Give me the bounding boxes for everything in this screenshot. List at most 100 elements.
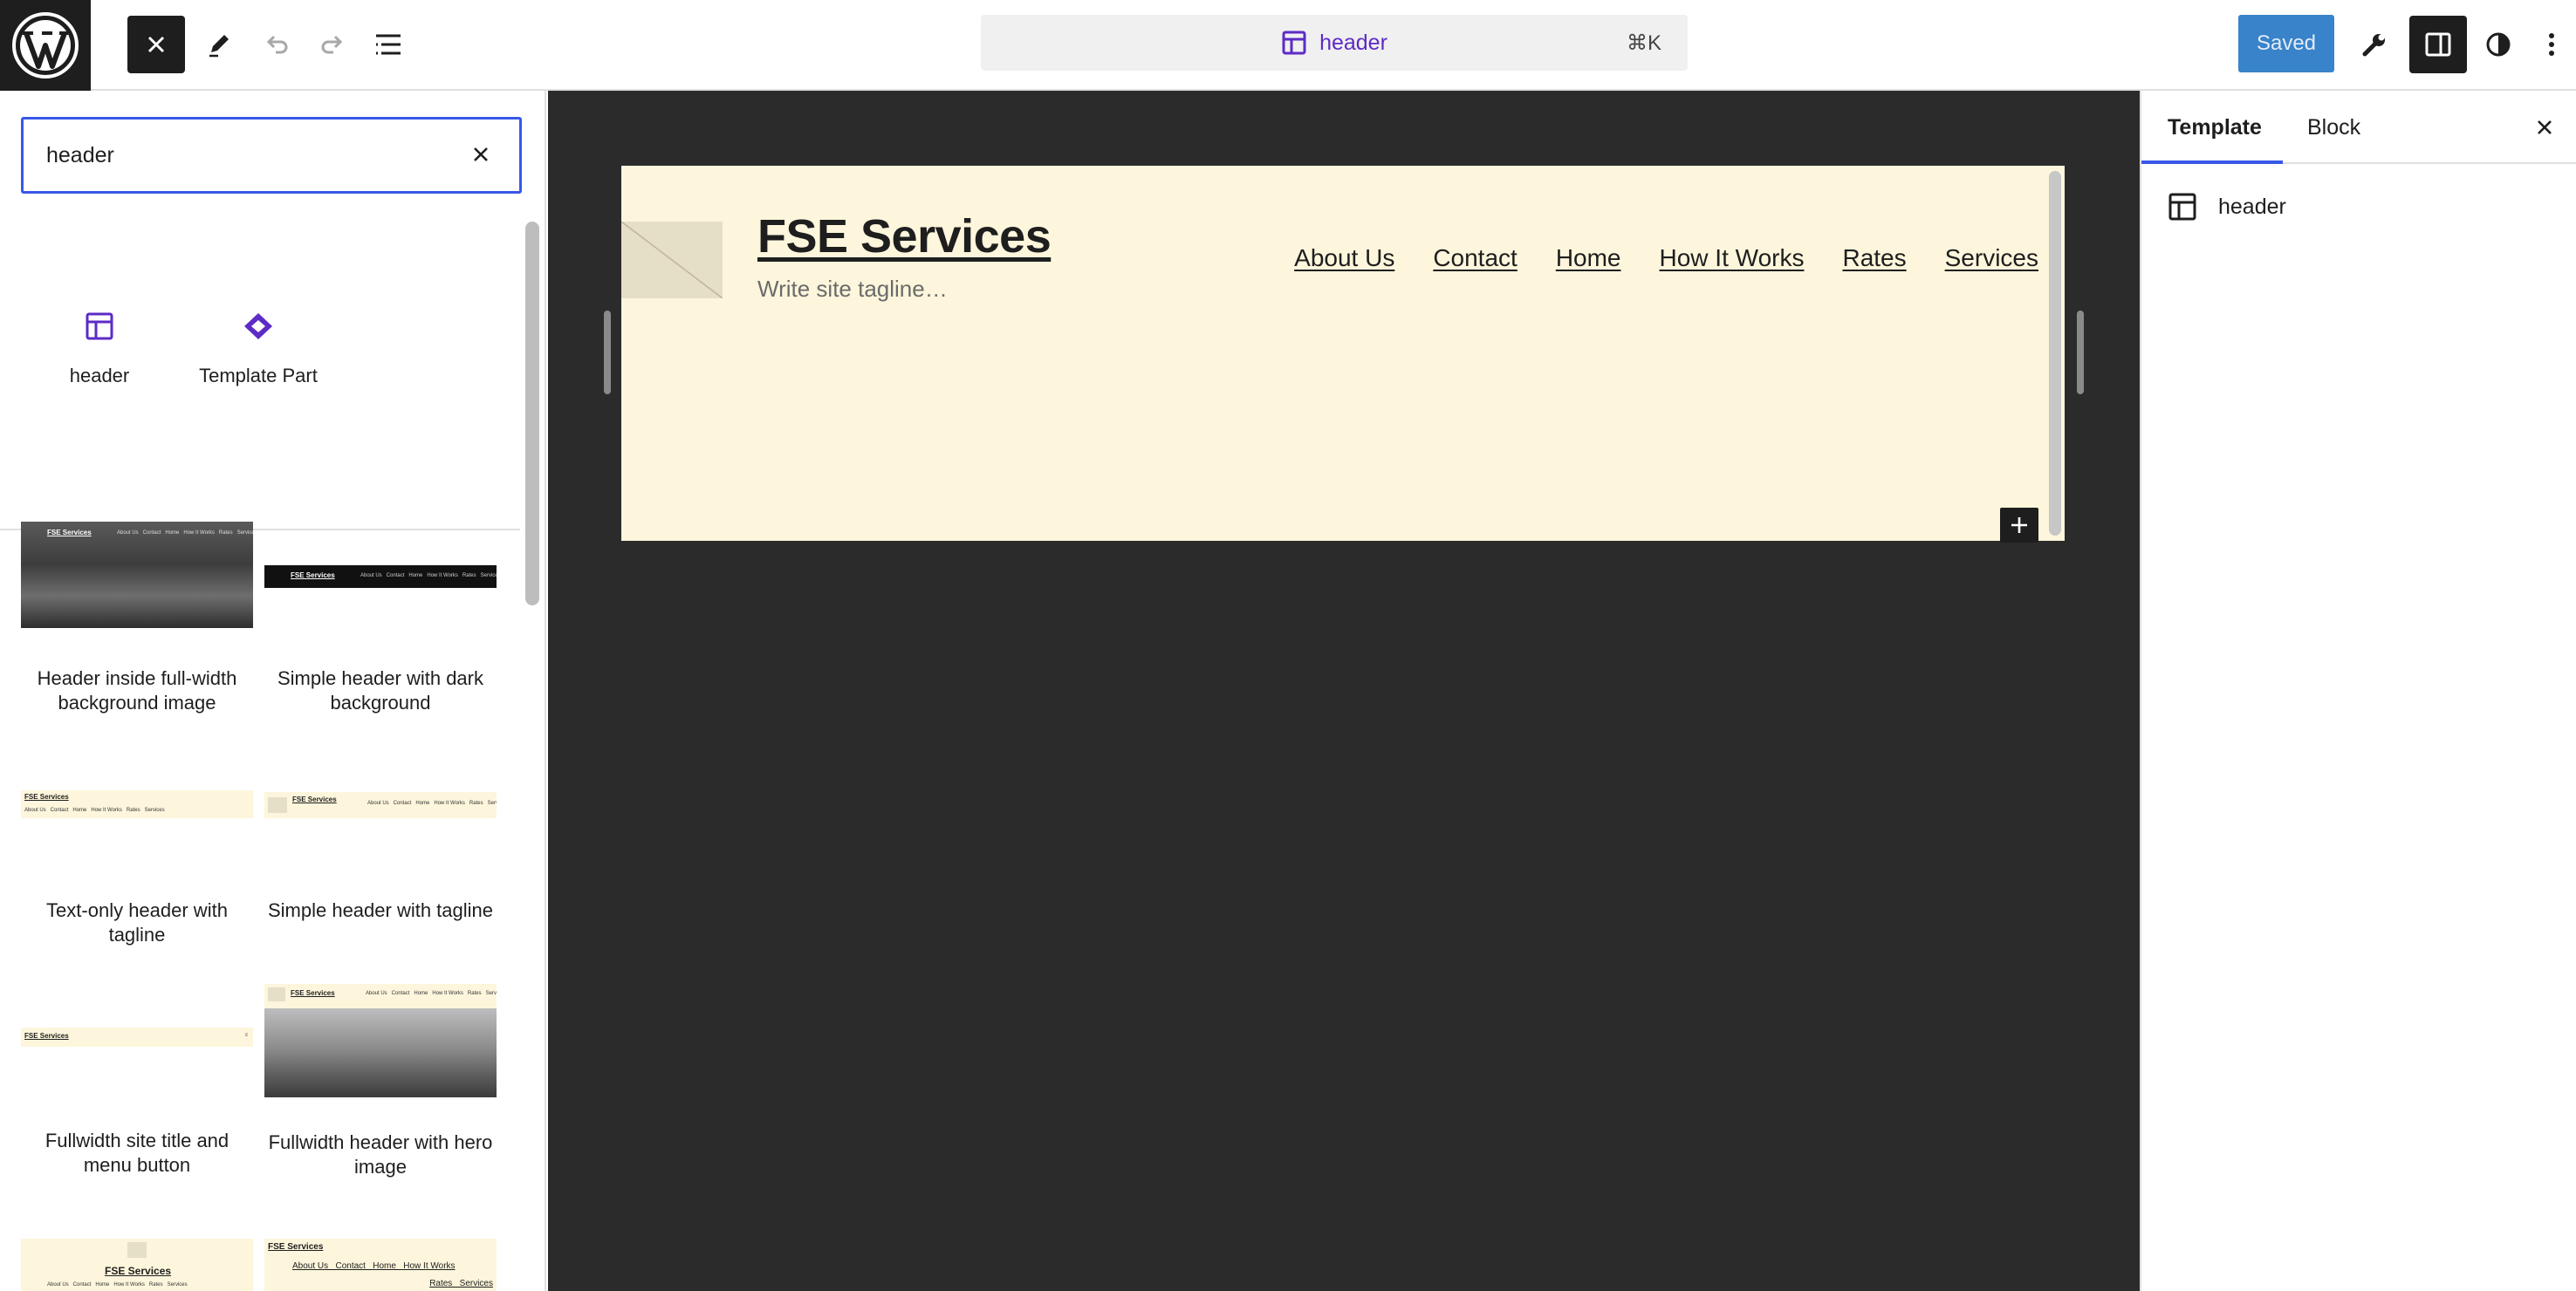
preview-site-title: FSE Services: [291, 989, 335, 997]
template-part-preview[interactable]: FSE Services Write site tagline… About U…: [621, 166, 2065, 541]
options-menu-button[interactable]: [2532, 16, 2571, 73]
inserter-search-input[interactable]: [46, 120, 448, 191]
block-item-template-part[interactable]: Template Part: [180, 304, 337, 443]
menu-icon: ≡: [244, 1033, 248, 1038]
pattern-preview: FSE Services ≡: [21, 1028, 253, 1047]
pattern-header-full-width-image[interactable]: FSE Services About Us Contact Home How I…: [21, 522, 253, 714]
preview-nav: About Us Contact Home How It Works Rates…: [24, 808, 165, 813]
preview-nav: About Us Contact Home How It Works: [292, 1261, 456, 1271]
template-info: header: [2168, 192, 2286, 222]
nav-link-contact[interactable]: Contact: [1433, 244, 1518, 272]
tab-template[interactable]: Template: [2168, 91, 2262, 164]
more-vertical-icon: [2549, 33, 2554, 56]
contrast-icon: [2486, 32, 2511, 57]
pattern-fullwidth-title-menu-button[interactable]: FSE Services ≡ Fullwidth site title and …: [21, 1028, 253, 1176]
pattern-label: Fullwidth header with hero image: [268, 1131, 493, 1178]
styles-button[interactable]: [2470, 16, 2527, 73]
preview-hero-image: [264, 1008, 497, 1097]
pattern-label: Simple header with dark background: [277, 667, 483, 714]
clear-search-button[interactable]: [465, 139, 497, 170]
nav-link-how-it-works[interactable]: How It Works: [1660, 244, 1805, 272]
pattern-preview: FSE Services About Us Contact Home How I…: [21, 522, 253, 628]
plus-icon: [2011, 517, 2027, 533]
tab-block[interactable]: Block: [2307, 91, 2360, 164]
preview-site-title: FSE Services: [291, 571, 335, 579]
pattern-fullwidth-header-hero[interactable]: FSE Services About Us Contact Home How I…: [264, 984, 497, 1178]
logo-placeholder-icon: [621, 221, 723, 299]
redo-icon: [321, 35, 343, 54]
pencil-icon: [209, 35, 229, 58]
navigation-block: About Us Contact Home How It Works Rates…: [1294, 244, 2038, 272]
pattern-centered-header[interactable]: FSE Services About Us Contact Home How I…: [21, 1239, 253, 1291]
editor-top-toolbar: header ⌘K Saved: [0, 0, 2576, 91]
pattern-preview: FSE Services About Us Contact Home How I…: [264, 792, 497, 818]
pattern-preview: FSE Services About Us Contact Home How I…: [21, 790, 253, 818]
inserter-search: [21, 117, 522, 194]
preview-nav: About Us Contact Home How It Works Rates…: [117, 530, 253, 536]
redo-button[interactable]: [304, 16, 361, 73]
preview-nav: About Us Contact Home How It Works Rates…: [47, 1282, 188, 1288]
sidebar-tabs: Template Block: [2141, 91, 2576, 164]
preview-nav-2: Rates Services: [429, 1279, 493, 1288]
preview-site-title: FSE Services: [292, 796, 337, 803]
saved-button[interactable]: Saved: [2238, 15, 2334, 72]
close-sidebar-button[interactable]: [2529, 112, 2560, 143]
settings-sidebar-toggle[interactable]: [2409, 16, 2467, 73]
preview-site-title: FSE Services: [24, 793, 69, 801]
tools-button[interactable]: [190, 16, 248, 73]
active-tab-indicator: [2141, 161, 2283, 164]
preview-nav: About Us Contact Home How It Works Rates…: [366, 991, 497, 996]
block-icon-wrap: [85, 304, 114, 349]
resize-handle-left[interactable]: [604, 311, 611, 394]
block-tools-button[interactable]: [2346, 16, 2403, 73]
preview-site-title: FSE Services: [47, 529, 92, 536]
preview-nav: About Us Contact Home How It Works Rates…: [367, 801, 497, 806]
command-palette-bar[interactable]: header ⌘K: [981, 15, 1688, 71]
pattern-simple-header-dark[interactable]: FSE Services About Us Contact Home How I…: [264, 565, 497, 714]
editor-canvas: FSE Services Write site tagline… About U…: [548, 91, 2140, 1291]
preview-logo-placeholder: [127, 1242, 147, 1258]
list-view-icon: [376, 34, 401, 55]
inserter-scrollbar[interactable]: [525, 222, 539, 605]
nav-link-services[interactable]: Services: [1945, 244, 2038, 272]
site-title[interactable]: FSE Services: [757, 209, 1052, 263]
close-inserter-button[interactable]: [127, 16, 185, 73]
block-item-label: Template Part: [199, 365, 318, 386]
undo-button[interactable]: [248, 16, 305, 73]
pattern-preview: FSE Services About Us Contact Home How I…: [264, 984, 497, 1097]
command-bar-center: header: [981, 15, 1688, 71]
pattern-header-stacked-nav[interactable]: FSE Services About Us Contact Home How I…: [264, 1239, 497, 1291]
preview-site-title: FSE Services: [24, 1032, 69, 1040]
wrench-icon: [2362, 34, 2385, 57]
add-block-button[interactable]: [2000, 508, 2038, 543]
pattern-label: Header inside full-width background imag…: [37, 667, 237, 714]
symbol-icon: [244, 313, 272, 339]
nav-link-rates[interactable]: Rates: [1842, 244, 1906, 272]
pattern-simple-header-tagline[interactable]: FSE Services About Us Contact Home How I…: [264, 792, 497, 921]
settings-sidebar: Template Block header: [2140, 91, 2576, 1291]
pattern-preview: FSE Services About Us Contact Home How I…: [264, 565, 497, 588]
close-icon: [474, 147, 488, 161]
document-overview-button[interactable]: [360, 16, 417, 73]
block-results: header Template Part: [0, 304, 520, 443]
pattern-preview: FSE Services About Us Contact Home How I…: [264, 1239, 497, 1291]
document-title: header: [1319, 30, 1387, 55]
preview-site-title: FSE Services: [268, 1242, 324, 1252]
pattern-preview: FSE Services About Us Contact Home How I…: [21, 1239, 253, 1291]
pattern-text-only-header-tagline[interactable]: FSE Services About Us Contact Home How I…: [21, 790, 253, 946]
preview-nav: About Us Contact Home How It Works Rates…: [360, 573, 497, 578]
wordpress-icon: [12, 12, 79, 79]
preview-logo-placeholder: [268, 797, 287, 813]
block-item-header[interactable]: header: [21, 304, 178, 443]
site-logo-placeholder[interactable]: [621, 221, 723, 299]
preview-logo-placeholder: [268, 987, 285, 1001]
frame-scrollbar[interactable]: [2049, 171, 2061, 536]
nav-link-home[interactable]: Home: [1556, 244, 1621, 272]
command-shortcut: ⌘K: [1626, 31, 1661, 55]
undo-icon: [266, 35, 288, 54]
pattern-label: Fullwidth site title and menu button: [45, 1130, 230, 1176]
wordpress-logo-button[interactable]: [0, 0, 91, 91]
resize-handle-right[interactable]: [2077, 311, 2084, 394]
nav-link-about-us[interactable]: About Us: [1294, 244, 1394, 272]
site-tagline[interactable]: Write site tagline…: [757, 276, 948, 303]
